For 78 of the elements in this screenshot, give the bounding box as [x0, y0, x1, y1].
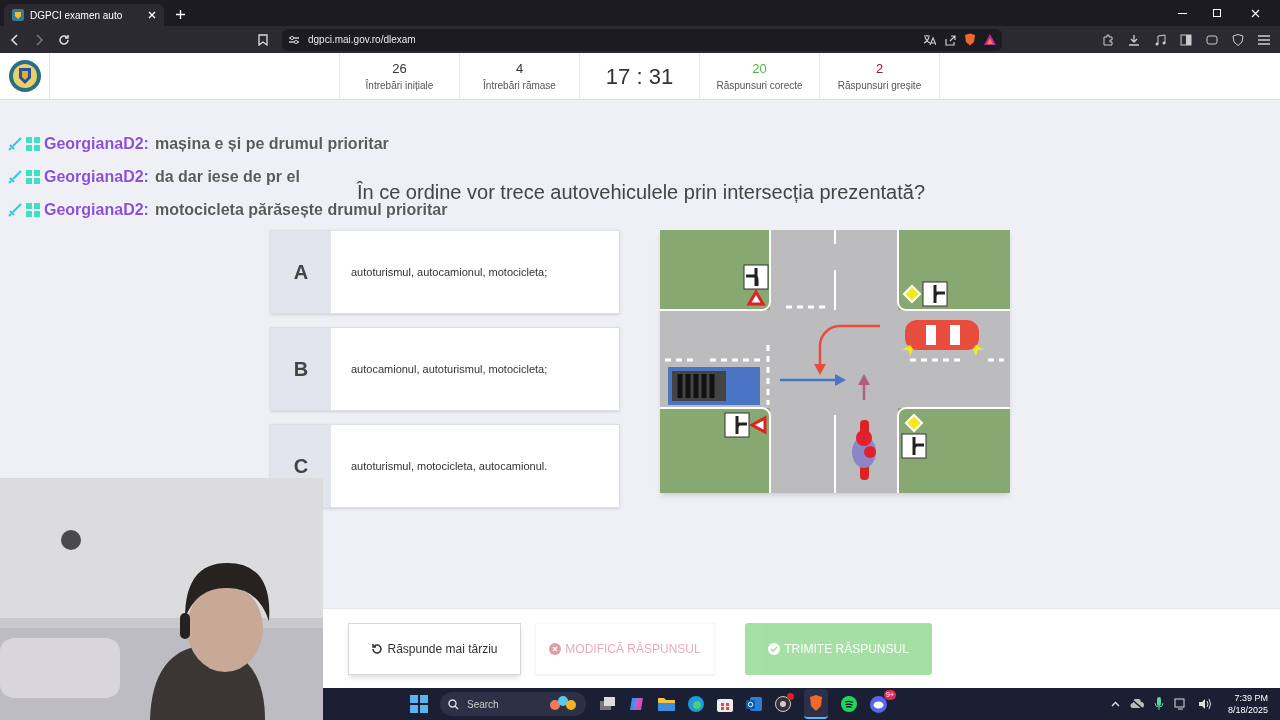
sidebar-icon[interactable]	[1180, 33, 1192, 46]
microphone-icon[interactable]	[1153, 697, 1164, 711]
stat-label: Întrebări inițiale	[365, 78, 434, 94]
translate-icon[interactable]	[923, 33, 936, 46]
record-app-icon[interactable]	[775, 696, 791, 712]
crest-logo	[7, 59, 42, 93]
back-icon[interactable]	[10, 33, 20, 46]
sword-icon	[8, 170, 22, 184]
stat-label: Întrebări rămase	[483, 78, 556, 94]
answer-text: autocamionul, autoturismul, motocicleta;	[351, 361, 548, 377]
chat-username: GeorgianaD2:	[44, 136, 149, 152]
folder-icon[interactable]	[658, 697, 675, 711]
reload-icon[interactable]	[58, 33, 70, 46]
later-button[interactable]: Răspunde mai târziu	[348, 622, 521, 675]
x-circle-icon	[549, 642, 562, 655]
check-circle-icon	[768, 642, 781, 655]
download-icon[interactable]	[1128, 33, 1140, 46]
network-icon[interactable]	[1173, 698, 1188, 710]
search-placeholder: Search	[467, 697, 500, 712]
badge-icon	[25, 136, 41, 152]
search-icon	[448, 698, 459, 710]
answer-text: autoturismul, autocamionul, motocicleta;	[351, 264, 548, 280]
close-icon[interactable]	[1251, 9, 1260, 18]
triangle-icon[interactable]	[984, 34, 996, 45]
store-icon[interactable]	[717, 696, 733, 712]
answer-option[interactable]: A autoturismul, autocamionul, motocicleta;	[270, 230, 620, 314]
stat-value: 4	[515, 59, 524, 78]
forward-icon[interactable]	[34, 33, 44, 46]
chat-message: motocicleta părăsește drumul prioritar	[154, 202, 448, 218]
answer-letter: B	[293, 359, 309, 379]
address-field[interactable]: dgpci.mai.gov.ro/dlexam	[282, 28, 1002, 51]
sword-icon	[8, 137, 22, 151]
shield-icon[interactable]	[964, 33, 976, 46]
restore-icon[interactable]	[1213, 9, 1221, 17]
answer-option[interactable]: C autoturismul, motocicleta, autocamionul.	[270, 424, 620, 508]
site-settings-icon[interactable]	[288, 34, 300, 45]
bookmark-icon[interactable]	[258, 33, 268, 46]
chat-message: mașina e și pe drumul prioritar	[154, 136, 389, 152]
share-icon[interactable]	[944, 33, 956, 46]
tab-title: DGPCI examen auto	[30, 8, 124, 23]
answer-letter: C	[293, 456, 309, 476]
url-text: dgpci.mai.gov.ro/dlexam	[308, 33, 417, 47]
shield-icon[interactable]	[1232, 33, 1244, 46]
chat-username: GeorgianaD2:	[44, 202, 149, 218]
clock-time[interactable]: 7:39 PM	[1234, 692, 1268, 704]
chat-message: da dar iese de pr el	[154, 169, 300, 185]
answer-option[interactable]: B autocamionul, autoturismul, motocicleta;	[270, 327, 620, 411]
task-view-icon[interactable]	[600, 697, 616, 711]
menu-icon[interactable]	[1258, 34, 1270, 45]
clock-date[interactable]: 8/18/2025	[1227, 704, 1268, 716]
stat-value: 2	[875, 59, 884, 78]
question-text: În ce ordine vor trece autovehiculele prin intersecția prezentată?	[356, 182, 926, 202]
chat-username: GeorgianaD2:	[44, 169, 149, 185]
extension-icon[interactable]	[1102, 33, 1114, 46]
timer-text: 17 : 31	[605, 62, 674, 91]
music-icon[interactable]	[1154, 33, 1166, 46]
answer-text: autoturismul, motocicleta, autocamionul.	[351, 458, 548, 474]
balloons-icon	[548, 695, 578, 713]
stat-label: Răspunsuri greșite	[837, 79, 922, 94]
chevron-up-icon[interactable]	[1110, 701, 1120, 707]
search-field[interactable]: Search	[440, 692, 586, 716]
refresh-icon	[371, 642, 384, 655]
answer-letter: A	[293, 262, 309, 282]
cloud-off-icon[interactable]	[1129, 699, 1144, 709]
new-tab-icon[interactable]	[176, 10, 185, 19]
speaker-icon[interactable]	[1197, 698, 1212, 710]
mail-app-icon[interactable]	[746, 696, 762, 712]
browser-tab[interactable]: DGPCI examen auto	[4, 4, 164, 26]
sword-icon	[8, 203, 22, 217]
close-icon[interactable]	[148, 11, 156, 19]
windows-start-icon[interactable]	[410, 695, 428, 713]
badge-icon	[25, 169, 41, 185]
crest-icon	[12, 9, 24, 21]
badge-icon	[25, 202, 41, 218]
stat-value: 26	[392, 59, 407, 78]
stat-value: 20	[752, 59, 767, 78]
stat-label: Răspunsuri corecte	[716, 79, 803, 94]
wallet-icon[interactable]	[1206, 33, 1218, 46]
